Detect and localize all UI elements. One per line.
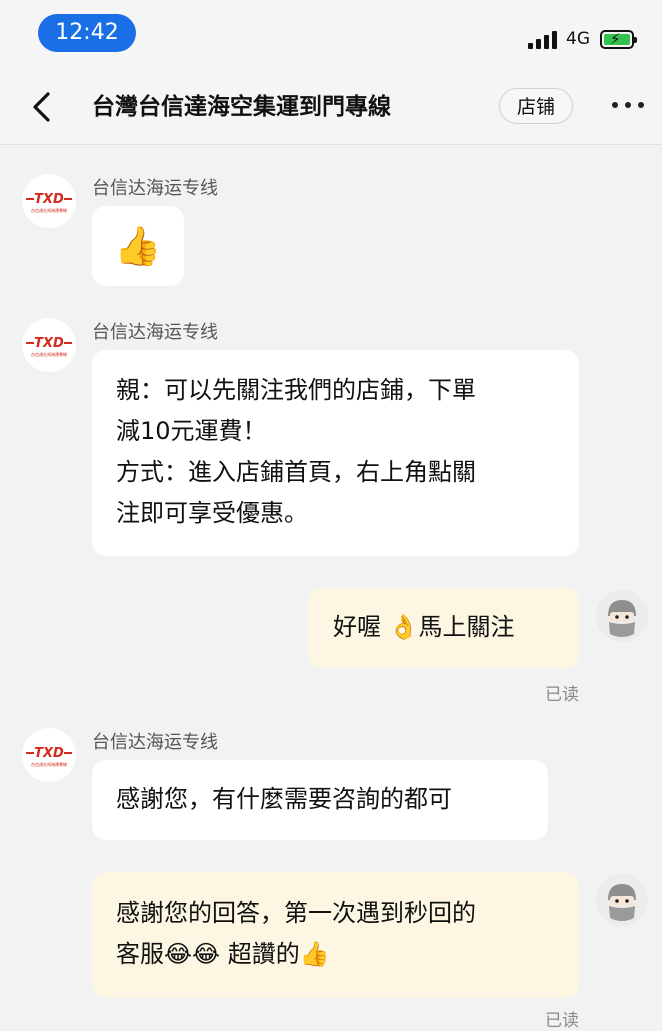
user-avatar[interactable] [596,590,648,642]
back-arrow-icon[interactable] [30,90,54,124]
txd-logo: TXD 台信達台灣海運專線 [26,336,72,357]
message-text: 感謝您，有什麼需要咨詢的都可 [116,785,452,813]
battery-icon: ⚡ [600,30,637,49]
txd-logo: TXD 台信達台灣海運專線 [26,192,72,213]
svg-text:TXD: TXD [34,192,64,207]
message-bubble[interactable]: 感謝您，有什麼需要咨詢的都可 [92,760,548,840]
thumbs-up-sticker: 👍 [114,224,162,268]
sender-name: 台信达海运专线 [92,322,218,343]
my-message-bubble[interactable]: 好喔 👌馬上關注 [308,588,579,668]
chat-title: 台灣台信達海空集運到門專線 [92,94,391,120]
shop-button[interactable]: 店铺 [499,88,573,124]
network-type: 4G [566,29,590,49]
svg-text:台信達台灣海運專線: 台信達台灣海運專線 [31,207,67,213]
signal-icon [528,31,558,49]
more-options-icon[interactable] [612,102,644,110]
read-status: 已读 [545,685,579,705]
shop-avatar[interactable]: TXD 台信達台灣海運專線 [22,174,76,228]
svg-text:台信達台灣海運專線: 台信達台灣海運專線 [31,351,67,357]
user-avatar[interactable] [596,874,648,926]
message-bubble[interactable]: 親：可以先關注我們的店鋪，下單 減10元運費！ 方式：進入店鋪首頁，右上角點關 … [92,350,579,556]
svg-text:台信達台灣海運專線: 台信達台灣海運專線 [31,761,67,767]
message-text: 好喔 👌馬上關注 [333,613,515,641]
svg-text:TXD: TXD [34,336,64,351]
sticker-message[interactable]: 👍 [92,206,184,286]
chat-header: 台灣台信達海空集運到門專線 店铺 [0,72,662,145]
clock: 12:42 [38,14,136,52]
ninja-avatar-icon [596,874,648,926]
read-status: 已读 [545,1011,579,1031]
svg-text:TXD: TXD [34,746,64,761]
txd-logo: TXD 台信達台灣海運專線 [26,746,72,767]
shop-avatar[interactable]: TXD 台信達台灣海運專線 [22,728,76,782]
my-message-bubble[interactable]: 感謝您的回答，第一次遇到秒回的 客服😂😂 超讚的👍 [92,872,579,998]
shop-avatar[interactable]: TXD 台信達台灣海運專線 [22,318,76,372]
message-text: 親：可以先關注我們的店鋪，下單 減10元運費！ 方式：進入店鋪首頁，右上角點關 … [116,376,476,527]
ninja-avatar-icon [596,590,648,642]
sender-name: 台信达海运专线 [92,732,218,753]
message-text: 感謝您的回答，第一次遇到秒回的 客服😂😂 超讚的👍 [116,899,476,968]
sender-name: 台信达海运专线 [92,178,218,199]
status-bar: 12:42 4G ⚡ [0,0,662,72]
